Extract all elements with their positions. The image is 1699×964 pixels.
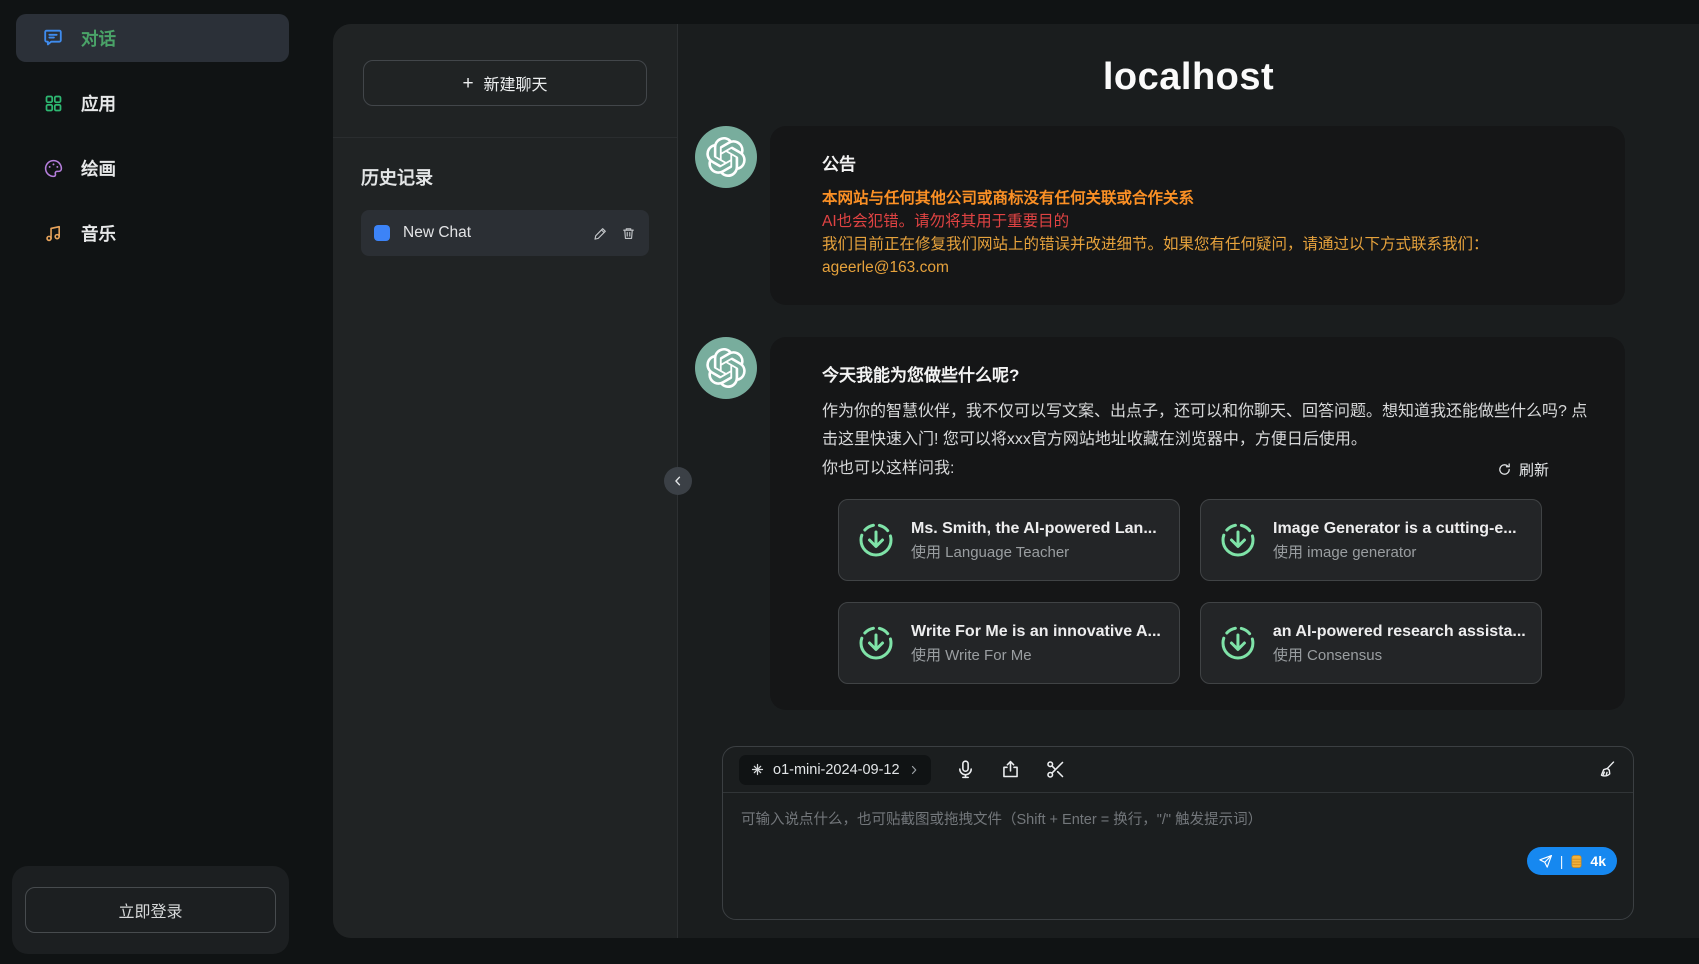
suggestion-title: Write For Me is an innovative A... <box>911 620 1161 644</box>
message-input[interactable] <box>723 793 1633 919</box>
chat-color-swatch-icon <box>374 225 390 241</box>
broom-wrap <box>1596 759 1617 780</box>
send-button[interactable]: | 4k <box>1527 847 1617 875</box>
model-selector[interactable]: o1-mini-2024-09-12 <box>739 755 931 785</box>
chat-bubble-icon <box>42 27 64 49</box>
download-circle-icon <box>1217 622 1259 664</box>
palette-icon <box>42 157 64 179</box>
chat-item-title: New Chat <box>403 224 471 242</box>
hint-row: 你也可以这样问我: 刷新 <box>822 455 1589 483</box>
edit-pencil-icon[interactable] <box>593 226 608 241</box>
suggestion-subtitle: 使用 Consensus <box>1273 644 1525 667</box>
chevron-right-icon <box>908 764 920 776</box>
suggestion-card[interactable]: Ms. Smith, the AI-powered Lan... 使用 Lang… <box>838 499 1180 581</box>
sparkles-icon <box>750 762 765 777</box>
collapse-panel-button[interactable] <box>664 467 692 495</box>
upload-icon[interactable] <box>1000 759 1021 780</box>
sidebar-item-music[interactable]: 音乐 <box>16 209 289 257</box>
sidebar-item-apps[interactable]: 应用 <box>16 79 289 127</box>
download-circle-icon <box>855 622 897 664</box>
announcement-title: 公告 <box>822 150 1589 175</box>
app-root: 对话 应用 绘画 <box>0 0 1699 964</box>
suggestion-grid: Ms. Smith, the AI-powered Lan... 使用 Lang… <box>838 499 1589 684</box>
scissors-icon[interactable] <box>1045 759 1066 780</box>
chat-item-actions <box>593 226 636 241</box>
suggestion-card[interactable]: Write For Me is an innovative A... 使用 Wr… <box>838 602 1180 684</box>
welcome-bubble: 今天我能为您做些什么呢? 作为你的智慧伙伴，我不仅可以写文案、出点子，还可以和你… <box>770 337 1625 710</box>
sidebar-item-label: 应用 <box>81 91 116 116</box>
suggestion-title: Ms. Smith, the AI-powered Lan... <box>911 517 1157 541</box>
sidebar-item-label: 音乐 <box>81 221 116 246</box>
sidebar: 对话 应用 绘画 <box>0 0 305 964</box>
suggestion-title: an AI-powered research assista... <box>1273 620 1525 644</box>
history-section-title: 历史记录 <box>361 164 649 190</box>
token-badge-label: 4k <box>1590 853 1606 869</box>
composer-toolbar: o1-mini-2024-09-12 <box>723 747 1633 793</box>
suggestion-subtitle: 使用 Language Teacher <box>911 541 1157 564</box>
download-circle-icon <box>1217 519 1259 561</box>
message-welcome: 今天我能为您做些什么呢? 作为你的智慧伙伴，我不仅可以写文案、出点子，还可以和你… <box>695 337 1625 710</box>
suggestion-card[interactable]: Image Generator is a cutting-e... 使用 ima… <box>1200 499 1542 581</box>
openai-logo-icon <box>695 337 757 399</box>
suggestion-subtitle: 使用 image generator <box>1273 541 1517 564</box>
announcement-email[interactable]: ageerle@163.com <box>822 256 1589 279</box>
sidebar-item-label: 绘画 <box>81 156 116 181</box>
sidebar-item-paint[interactable]: 绘画 <box>16 144 289 192</box>
history-list: 历史记录 New Chat <box>333 164 677 256</box>
send-plane-icon <box>1538 854 1553 869</box>
new-chat-button[interactable]: + 新建聊天 <box>363 60 647 106</box>
message-announcement: 公告 本网站与任何其他公司或商标没有任何关联或合作关系 AI也会犯错。请勿将其用… <box>695 126 1625 305</box>
history-chat-item[interactable]: New Chat <box>361 210 649 256</box>
login-button[interactable]: 立即登录 <box>25 887 276 933</box>
new-chat-button-label: 新建聊天 <box>484 71 548 95</box>
page-title: localhost <box>678 56 1699 99</box>
announcement-bubble: 公告 本网站与任何其他公司或商标没有任何关联或合作关系 AI也会犯错。请勿将其用… <box>770 126 1625 305</box>
chat-area: localhost 公告 本网站与任何其他公司或商标没有任何关联或合作关系 AI… <box>678 24 1699 938</box>
announcement-line: 本网站与任何其他公司或商标没有任何关联或合作关系 <box>822 187 1589 210</box>
history-top: + 新建聊天 <box>333 24 677 138</box>
composer: o1-mini-2024-09-12 <box>722 746 1634 920</box>
refresh-icon <box>1497 462 1512 477</box>
suggestion-texts: Write For Me is an innovative A... 使用 Wr… <box>911 620 1161 667</box>
announcement-line: AI也会犯错。请勿将其用于重要目的 <box>822 210 1589 233</box>
sidebar-item-label: 对话 <box>81 26 116 51</box>
suggestion-subtitle: 使用 Write For Me <box>911 644 1161 667</box>
announcement-line: 我们目前正在修复我们网站上的错误并改进细节。如果您有任何疑问，请通过以下方式联系… <box>822 233 1589 256</box>
welcome-body: 作为你的智慧伙伴，我不仅可以写文案、出点子，还可以和你聊天、回答问题。想知道我还… <box>822 398 1589 454</box>
openai-logo-icon <box>695 126 757 188</box>
microphone-icon[interactable] <box>955 759 976 780</box>
grid-apps-icon <box>42 92 64 114</box>
suggestion-card[interactable]: an AI-powered research assista... 使用 Con… <box>1200 602 1542 684</box>
workspace: + 新建聊天 历史记录 New Chat <box>333 24 1699 938</box>
model-selector-label: o1-mini-2024-09-12 <box>773 762 900 778</box>
suggestion-texts: Ms. Smith, the AI-powered Lan... 使用 Lang… <box>911 517 1157 564</box>
music-note-icon <box>42 222 64 244</box>
history-panel: + 新建聊天 历史记录 New Chat <box>333 24 678 938</box>
trash-icon[interactable] <box>621 226 636 241</box>
plus-icon: + <box>462 74 473 93</box>
welcome-title: 今天我能为您做些什么呢? <box>822 361 1589 386</box>
suggestion-texts: Image Generator is a cutting-e... 使用 ima… <box>1273 517 1517 564</box>
download-circle-icon <box>855 519 897 561</box>
refresh-suggestions-button[interactable]: 刷新 <box>1497 459 1549 480</box>
suggestion-texts: an AI-powered research assista... 使用 Con… <box>1273 620 1525 667</box>
badge-separator: | <box>1560 853 1564 869</box>
broom-icon[interactable] <box>1596 759 1617 780</box>
refresh-label: 刷新 <box>1519 459 1549 480</box>
chevron-left-icon <box>671 474 685 488</box>
sidebar-item-chat[interactable]: 对话 <box>16 14 289 62</box>
welcome-hint: 你也可以这样问我: <box>822 455 954 483</box>
suggestion-title: Image Generator is a cutting-e... <box>1273 517 1517 541</box>
coin-icon <box>1570 854 1583 869</box>
login-card: 立即登录 <box>12 866 289 954</box>
